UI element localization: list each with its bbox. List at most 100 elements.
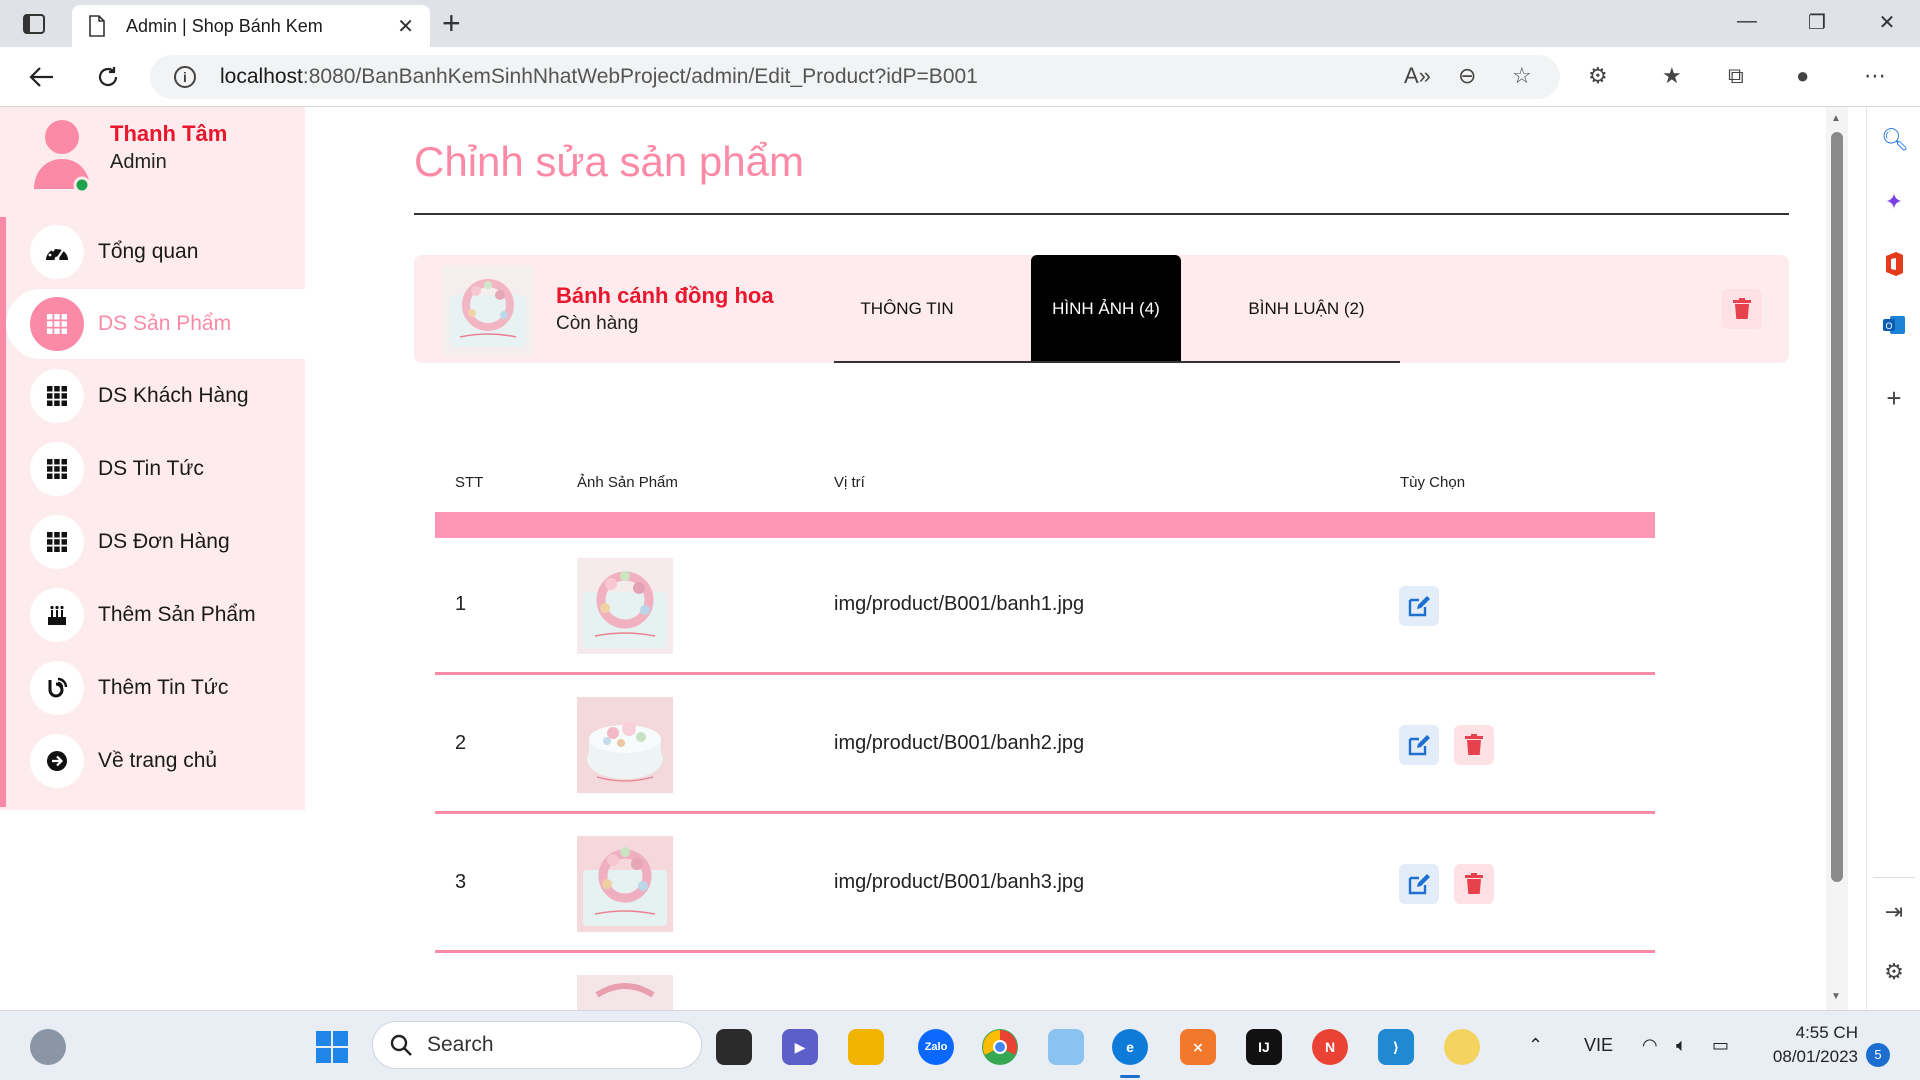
col-header-options: Tùy Chọn <box>1400 474 1466 491</box>
file-explorer-icon[interactable] <box>848 1029 884 1065</box>
chevron-up-icon[interactable]: ⌃ <box>1528 1035 1543 1056</box>
extensions-icon[interactable]: ⚙ <box>1588 63 1608 89</box>
product-name: Bánh cánh đồng hoa <box>556 283 774 308</box>
sidebar-item-add-news[interactable]: Thêm Tin Tức <box>6 653 305 723</box>
chrome-icon[interactable] <box>982 1029 1018 1065</box>
chrome-profile-icon[interactable]: N <box>1312 1029 1348 1065</box>
restore-button[interactable]: ❐ <box>1802 10 1832 35</box>
sidebar-item-customers[interactable]: DS Khách Hàng <box>6 361 305 431</box>
sidebar-item-label: DS Tin Tức <box>98 457 204 480</box>
sidebar-item-products[interactable]: DS Sản Phẩm <box>6 289 305 359</box>
tabs-underline <box>834 361 1400 363</box>
zoom-out-icon[interactable]: ⊖ <box>1458 63 1476 89</box>
delete-image-button[interactable] <box>1454 725 1494 765</box>
office-icon[interactable] <box>1881 251 1907 277</box>
add-favorite-icon[interactable]: ☆ <box>1512 63 1532 89</box>
sidebar-item-news[interactable]: DS Tin Tức <box>6 434 305 504</box>
tab-actions-icon[interactable] <box>20 11 48 37</box>
profile-icon[interactable]: ● <box>1796 63 1809 89</box>
arrow-right-circle-icon <box>30 734 84 788</box>
tab-images[interactable]: HÌNH ẢNH (4) <box>1031 255 1181 363</box>
battery-icon[interactable]: ▭ <box>1712 1035 1729 1056</box>
search-icon[interactable]: 🔍︎ <box>1881 127 1909 153</box>
cake-image <box>577 558 673 654</box>
new-tab-button[interactable]: + <box>442 7 461 39</box>
start-button[interactable] <box>314 1029 350 1065</box>
cake-icon <box>30 588 84 642</box>
copilot-icon[interactable]: ✦ <box>1881 189 1907 215</box>
page-icon <box>89 15 105 37</box>
delete-product-button[interactable] <box>1722 289 1762 329</box>
site-info-icon[interactable]: i <box>174 66 196 88</box>
sidebar-item-add-product[interactable]: Thêm Sản Phẩm <box>6 580 305 650</box>
taskbar-search[interactable]: Search <box>372 1021 702 1069</box>
product-thumbnail <box>442 265 534 355</box>
language-indicator[interactable]: VIE <box>1584 1035 1613 1056</box>
vscode-icon[interactable]: ⟩ <box>1378 1029 1414 1065</box>
url-path: :8080/BanBanhKemSinhNhatWebProject/admin… <box>302 65 978 88</box>
table-header-bar <box>435 512 1655 538</box>
url-field[interactable]: i localhost:8080/BanBanhKemSinhNhatWebPr… <box>150 55 1560 99</box>
outlook-icon[interactable]: O <box>1881 313 1907 339</box>
sidebar-toggle-icon[interactable]: ⇥ <box>1881 899 1907 925</box>
xampp-icon[interactable]: ⨯ <box>1180 1029 1216 1065</box>
sidebar-item-orders[interactable]: DS Đơn Hàng <box>6 507 305 577</box>
more-menu-icon[interactable]: ⋯ <box>1864 63 1886 89</box>
back-button[interactable] <box>24 59 60 95</box>
windows-taskbar: Search ▶ Zalo e ⨯ IJ N ⟩ ⌃ VIE ◠ 🔈︎ ▭ 4:… <box>0 1010 1920 1080</box>
row-divider <box>435 672 1655 675</box>
browser-tab[interactable]: Admin | Shop Bánh Kem ✕ <box>72 5 430 47</box>
tab-info[interactable]: THÔNG TIN <box>834 255 980 363</box>
settings-icon[interactable]: ⚙ <box>1881 959 1907 985</box>
edit-image-button[interactable] <box>1399 725 1439 765</box>
teams-icon[interactable]: ▶ <box>782 1029 818 1065</box>
edit-image-button[interactable] <box>1399 864 1439 904</box>
system-clock[interactable]: 4:55 CH 08/01/2023 <box>1758 1021 1858 1069</box>
wifi-icon[interactable]: ◠ <box>1642 1035 1658 1056</box>
taskbar-search-label: Search <box>427 1033 494 1056</box>
minimize-button[interactable]: — <box>1732 10 1762 33</box>
intellij-icon[interactable]: IJ <box>1246 1029 1282 1065</box>
notification-badge[interactable]: 5 <box>1866 1043 1890 1067</box>
paint-icon[interactable] <box>1048 1029 1084 1065</box>
edge-sidebar: 🔍︎ ✦ O + ⇥ ⚙ <box>1866 107 1920 1010</box>
cake-image <box>577 697 673 793</box>
sidebar-item-overview[interactable]: Tổng quan <box>6 217 305 287</box>
close-tab-icon[interactable]: ✕ <box>397 14 414 39</box>
read-aloud-icon[interactable]: A» <box>1404 63 1431 89</box>
add-sidebar-app-icon[interactable]: + <box>1881 383 1907 413</box>
collections-icon[interactable]: ⧉ <box>1728 63 1744 89</box>
tab-comments[interactable]: BÌNH LUẬN (2) <box>1214 255 1399 363</box>
weather-widget-icon[interactable] <box>30 1029 66 1065</box>
address-bar-row: i localhost:8080/BanBanhKemSinhNhatWebPr… <box>0 47 1920 107</box>
scroll-down-arrow-icon[interactable]: ▼ <box>1831 991 1841 1002</box>
scroll-up-arrow-icon[interactable]: ▲ <box>1831 113 1841 124</box>
cake-image-partial <box>577 975 673 1010</box>
svg-text:O: O <box>1885 321 1892 331</box>
delete-image-button[interactable] <box>1454 864 1494 904</box>
page-scrollbar[interactable]: ▲ ▼ <box>1826 107 1848 1010</box>
edge-icon[interactable]: e <box>1112 1029 1148 1065</box>
close-window-button[interactable]: ✕ <box>1872 10 1902 35</box>
sidebar-item-label: DS Khách Hàng <box>98 384 249 407</box>
edit-image-button[interactable] <box>1399 586 1439 626</box>
page-title: Chỉnh sửa sản phẩm <box>414 138 804 185</box>
col-header-stt: STT <box>455 474 484 491</box>
row-divider <box>435 811 1655 814</box>
blog-icon <box>30 661 84 715</box>
scroll-thumb[interactable] <box>1831 132 1843 882</box>
favorites-icon[interactable]: ★ <box>1662 63 1682 89</box>
task-view-icon[interactable] <box>716 1029 752 1065</box>
trash-icon <box>1733 298 1751 319</box>
refresh-button[interactable] <box>90 59 126 95</box>
grid-icon <box>30 297 84 351</box>
row-image-path: img/product/B001/banh1.jpg <box>834 593 1085 615</box>
volume-icon[interactable]: 🔈︎ <box>1676 1035 1687 1056</box>
zalo-icon[interactable]: Zalo <box>918 1029 954 1065</box>
col-header-image: Ảnh Sản Phẩm <box>577 474 678 491</box>
title-divider <box>414 213 1789 215</box>
trash-icon <box>1465 873 1483 894</box>
paw-app-icon[interactable] <box>1444 1029 1480 1065</box>
sidebar-item-home[interactable]: Về trang chủ <box>6 726 305 796</box>
row-stt: 1 <box>455 593 467 615</box>
